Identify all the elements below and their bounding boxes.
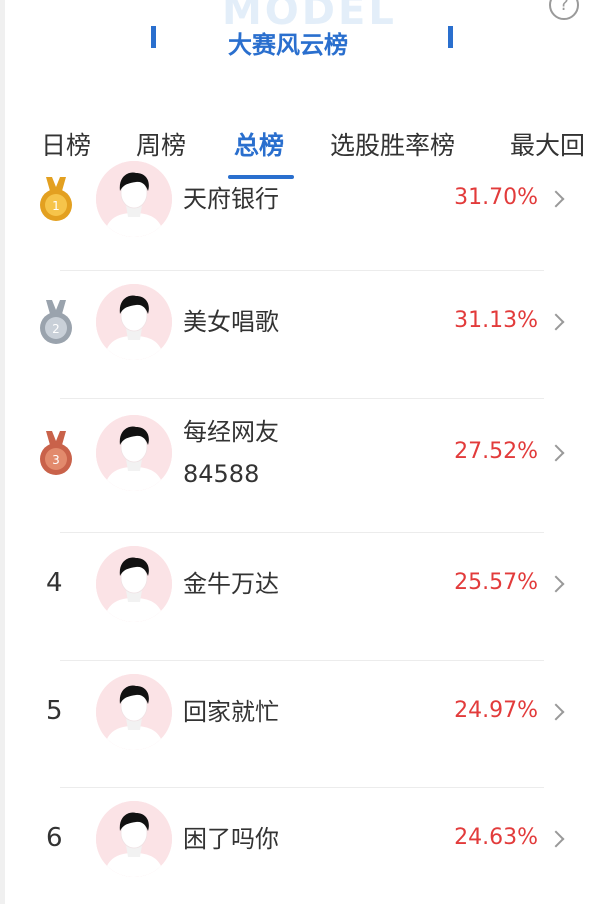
ranking-list: 1 天府银行 31.70% 2 美女唱歌 31.13% 3 每经网友 84588 27.52% 4 金… [0,145,594,904]
ranking-row[interactable]: 4 金牛万达 25.57% [0,525,594,625]
user-name: 天府银行 [183,178,279,220]
avatar [96,284,172,360]
ranking-row[interactable]: 5 回家就忙 24.97% [0,653,594,753]
svg-text:2: 2 [52,322,60,336]
row-divider [60,270,544,271]
rank-number: 6 [46,823,63,853]
user-name: 回家就忙 [183,691,279,733]
avatar [96,674,172,750]
page-title: 大赛风云榜 [228,31,348,59]
chevron-right-icon[interactable] [547,313,565,331]
user-name: 金牛万达 [183,563,279,605]
help-icon[interactable]: ? [549,0,579,20]
chevron-right-icon[interactable] [547,830,565,848]
rank-number: 5 [46,696,63,726]
rank-number: 4 [46,568,63,598]
row-divider [60,398,544,399]
ranking-row[interactable]: 3 每经网友 84588 27.52% [0,391,594,501]
avatar [96,546,172,622]
return-percent: 27.52% [454,439,538,464]
avatar [96,801,172,877]
return-percent: 31.13% [454,308,538,333]
ranking-row[interactable]: 1 天府银行 31.70% [0,145,594,240]
row-divider [60,787,544,788]
ranking-row[interactable]: 2 美女唱歌 31.13% [0,263,594,363]
avatar [96,161,172,237]
user-name: 困了吗你 [183,818,279,860]
return-percent: 24.63% [454,825,538,850]
silver-medal-icon: 2 [38,298,74,346]
row-divider [60,660,544,661]
return-percent: 24.97% [454,698,538,723]
title-bar-right [448,26,453,48]
return-percent: 31.70% [454,185,538,210]
user-name-line: 每经网友 [183,418,279,446]
row-divider [60,532,544,533]
user-name-line: 困了吗你 [183,825,279,853]
title-bar-left [151,26,156,48]
chevron-right-icon[interactable] [547,444,565,462]
avatar [96,415,172,491]
header: MODEL 大赛风云榜 ? [0,0,594,90]
user-name: 美女唱歌 [183,301,279,343]
gold-medal-icon: 1 [38,175,74,223]
chevron-right-icon[interactable] [547,190,565,208]
user-name-line: 84588 [183,460,260,488]
return-percent: 25.57% [454,570,538,595]
svg-text:3: 3 [52,453,60,467]
ranking-row[interactable]: 6 困了吗你 24.63% [0,780,594,880]
user-name-line: 美女唱歌 [183,308,279,336]
user-name-line: 天府银行 [183,185,279,213]
user-name: 每经网友 84588 [183,411,279,495]
chevron-right-icon[interactable] [547,703,565,721]
svg-text:1: 1 [52,199,60,213]
chevron-right-icon[interactable] [547,575,565,593]
user-name-line: 金牛万达 [183,570,279,598]
user-name-line: 回家就忙 [183,698,279,726]
bronze-medal-icon: 3 [38,429,74,477]
